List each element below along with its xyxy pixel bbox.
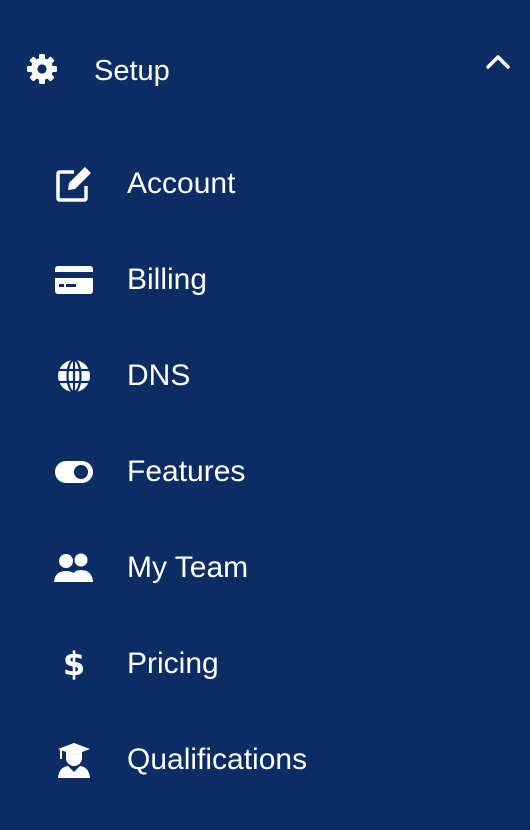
globe-icon — [54, 356, 94, 396]
menu-item-label: Billing — [127, 263, 208, 296]
section-title: Setup — [94, 55, 170, 87]
sidebar: Setup Account Billing DNS Features My Te… — [0, 0, 530, 830]
menu-item-features[interactable]: Features — [0, 424, 530, 520]
menu-item-pricing[interactable]: $ Pricing — [0, 616, 530, 712]
menu-item-label: Features — [127, 455, 246, 488]
menu-item-label: My Team — [127, 551, 249, 584]
menu-item-label: DNS — [127, 359, 191, 392]
credit-card-icon — [54, 260, 94, 300]
toggle-icon — [54, 452, 94, 492]
menu-item-label: Qualifications — [127, 743, 308, 776]
chevron-up-icon[interactable] — [484, 50, 512, 74]
menu-item-label: Account — [127, 167, 236, 200]
edit-icon — [54, 164, 94, 204]
dollar-icon: $ — [62, 645, 86, 683]
menu-item-qualifications[interactable]: Qualifications — [0, 712, 530, 808]
menu-item-billing[interactable]: Billing — [0, 232, 530, 328]
setup-section-toggle[interactable]: Setup — [0, 0, 530, 136]
graduate-icon — [54, 740, 94, 780]
menu-item-dns[interactable]: DNS — [0, 328, 530, 424]
users-icon — [54, 548, 94, 588]
menu-item-label: Pricing — [127, 647, 219, 680]
menu-item-account[interactable]: Account — [0, 136, 530, 232]
menu-item-my-team[interactable]: My Team — [0, 520, 530, 616]
gear-icon — [27, 54, 57, 84]
